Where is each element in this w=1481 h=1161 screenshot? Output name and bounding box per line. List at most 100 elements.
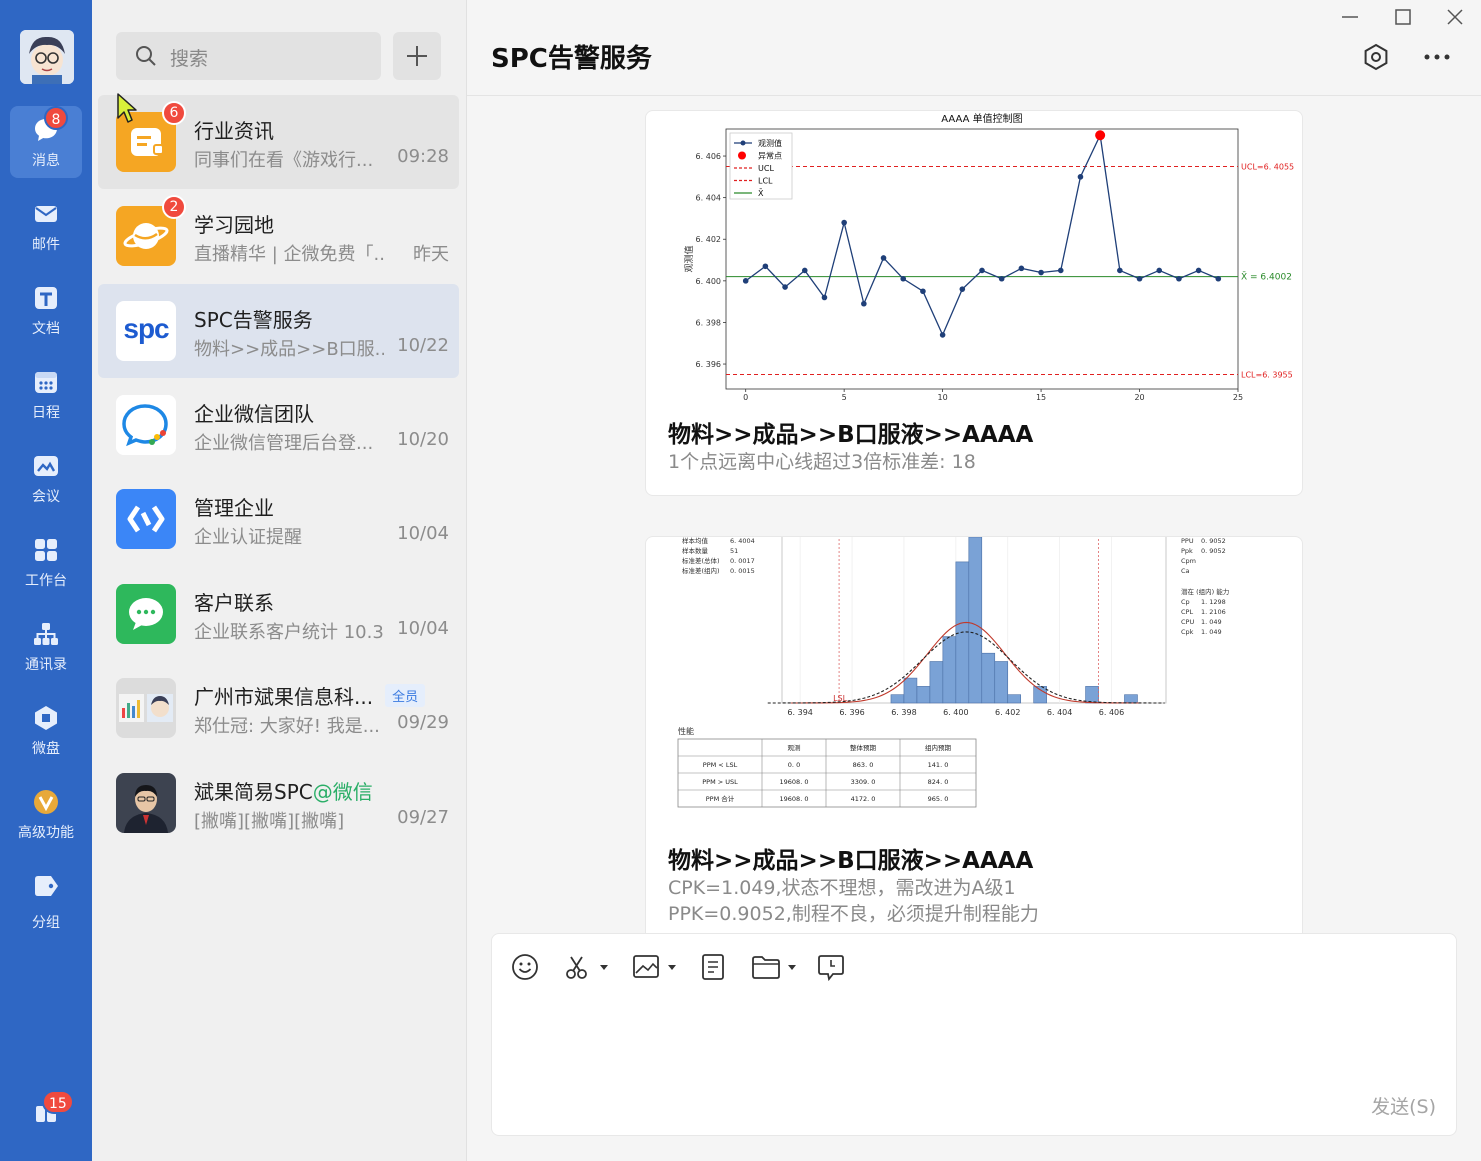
stat-label: PPU: [1181, 537, 1194, 545]
y-tick-label: 6. 400: [696, 277, 721, 286]
schedule-message-icon[interactable]: [816, 952, 846, 982]
screenshot-icon[interactable]: [562, 952, 610, 982]
unread-badge: 2: [162, 195, 186, 219]
conversation-item[interactable]: 企业微信团队 企业微信管理后台登... 10/20: [98, 378, 459, 472]
folder-icon[interactable]: [750, 952, 800, 982]
nav-advanced[interactable]: 高级功能: [10, 778, 82, 850]
legend-label: UCL: [758, 164, 774, 173]
histogram-bar: [994, 661, 1009, 704]
unread-badge: 15: [42, 1090, 74, 1114]
minimize-icon[interactable]: [1339, 6, 1361, 28]
add-button[interactable]: [393, 32, 441, 80]
unread-badge: 6: [162, 101, 186, 125]
observed-point: [1156, 267, 1163, 274]
settings-icon[interactable]: [1361, 42, 1391, 72]
conversation-list: 搜索 6 行业资讯 同事们在看《游戏行... 09:28 2 学习园地 直播精华…: [92, 0, 467, 1161]
stat-value: 1. 049: [1201, 618, 1222, 626]
conversation-item[interactable]: 管理企业 企业认证提醒 10/04: [98, 472, 459, 566]
stat-label: Ca: [1181, 567, 1190, 575]
send-button[interactable]: 发送(S): [1371, 1092, 1436, 1119]
nav-groups[interactable]: 分组: [10, 862, 82, 934]
nav-label: 会议: [32, 489, 60, 505]
observed-point: [979, 267, 985, 274]
image-icon[interactable]: [632, 952, 680, 982]
conversation-time: 昨天: [413, 244, 449, 265]
nav-workbench[interactable]: 工作台: [10, 526, 82, 598]
histogram-bar: [890, 694, 905, 704]
table-cell: 965. 0: [928, 795, 949, 803]
observed-point: [821, 294, 828, 301]
conversation-name: 企业微信团队: [194, 402, 314, 426]
observed-point: [1077, 174, 1084, 180]
nav-calendar[interactable]: 日程: [10, 358, 82, 430]
nav-mail[interactable]: 邮件: [10, 190, 82, 262]
x-tick-label: 20: [1134, 393, 1144, 401]
performance-title: 性能: [678, 726, 694, 736]
search-icon: [136, 46, 156, 66]
legend-label: X̄: [758, 188, 764, 198]
histogram-bar: [903, 677, 918, 704]
all-members-tag: 全员: [385, 684, 426, 707]
x-tick-label: 0: [743, 393, 748, 401]
conversation-item-selected[interactable]: spc SPC告警服务 物料>>成品>>B口服... 10/22: [98, 284, 459, 378]
emoji-icon[interactable]: [510, 952, 540, 982]
x-tick-label: 6. 406: [1099, 708, 1124, 717]
observed-point: [1117, 267, 1123, 274]
observed-point: [880, 255, 887, 261]
nav-label: 工作台: [25, 573, 67, 589]
maximize-icon[interactable]: [1392, 6, 1414, 28]
search-input[interactable]: 搜索: [116, 32, 381, 80]
conversation-preview: 同事们在看《游戏行...: [194, 150, 374, 171]
lcl-label: LCL=6. 3955: [1241, 370, 1293, 379]
ucl-label: UCL=6. 4055: [1241, 162, 1294, 171]
enterprise-icon: [116, 489, 176, 549]
nav-contacts[interactable]: 通讯录: [10, 610, 82, 682]
chat-header: SPC告警服务: [467, 0, 1481, 96]
stat-label: Ppk: [1181, 547, 1193, 555]
x-tick-label: 10: [938, 393, 948, 401]
close-icon[interactable]: [1444, 6, 1466, 28]
conversation-item[interactable]: 客户联系 企业联系客户统计 10.3 10/04: [98, 567, 459, 661]
observed-point: [861, 300, 867, 307]
stat-value: 0. 9052: [1201, 537, 1226, 545]
conversation-time: 10/22: [397, 335, 449, 356]
conversation-item[interactable]: 6 行业资讯 同事们在看《游戏行... 09:28: [98, 95, 459, 189]
nav-drive[interactable]: 微盘: [10, 694, 82, 766]
user-avatar[interactable]: [20, 30, 74, 84]
document-icon[interactable]: [698, 952, 728, 982]
nav-meeting[interactable]: 会议: [10, 442, 82, 514]
conversation-time: 09/27: [397, 807, 449, 828]
conversation-time: 10/04: [397, 618, 449, 639]
conversation-preview: 企业联系客户统计 10.3: [194, 622, 384, 643]
conversation-name: 学习园地: [194, 213, 274, 237]
table-cell: 19608. 0: [780, 795, 809, 803]
conversation-item[interactable]: 斌果简易SPC@微信 [撇嘴][撇嘴][撇嘴] 09/27: [98, 756, 459, 850]
observed-point: [920, 288, 926, 295]
nav-label: 邮件: [32, 237, 60, 253]
table-cell: PPM < LSL: [703, 761, 738, 769]
meeting-icon: [34, 456, 58, 476]
conversation-time: 09/29: [397, 712, 449, 733]
conversation-avatar: [116, 773, 176, 833]
more-icon[interactable]: [1422, 42, 1452, 72]
message-card[interactable]: AAAA 单值控制图 6. 396 6. 398 6. 400 6. 402 6. 404…: [645, 110, 1303, 496]
message-composer[interactable]: 发送(S): [491, 933, 1457, 1136]
nav-label: 日程: [32, 405, 60, 421]
conversation-item[interactable]: 2 学习园地 直播精华 | 企微免费「... 昨天: [98, 189, 459, 283]
observed-point: [900, 275, 907, 282]
conversation-name: SPC告警服务: [194, 308, 313, 332]
search-placeholder: 搜索: [170, 48, 209, 70]
nav-docs[interactable]: 文档: [10, 274, 82, 346]
external-suffix: @微信: [312, 780, 373, 804]
conversation-time: 10/20: [397, 429, 449, 450]
nav-label: 微盘: [32, 741, 60, 757]
nav-messages[interactable]: 消息 8: [10, 106, 82, 178]
x-tick-label: 6. 398: [891, 708, 916, 717]
conversation-item[interactable]: 广州市斌果信息科... 全员 郑仕冠: 大家好! 我是... 09/29: [98, 661, 459, 755]
stat-value: 1. 049: [1201, 628, 1222, 636]
person-avatar: [116, 773, 176, 833]
nav-bottom-apps[interactable]: 15: [10, 1086, 82, 1142]
message-card[interactable]: LSL 6. 394 6. 396 6. 398 6. 400 6. 402 6. 404 6…: [645, 536, 1303, 936]
observed-point: [1215, 275, 1222, 282]
table-cell: PPM > USL: [702, 778, 738, 786]
